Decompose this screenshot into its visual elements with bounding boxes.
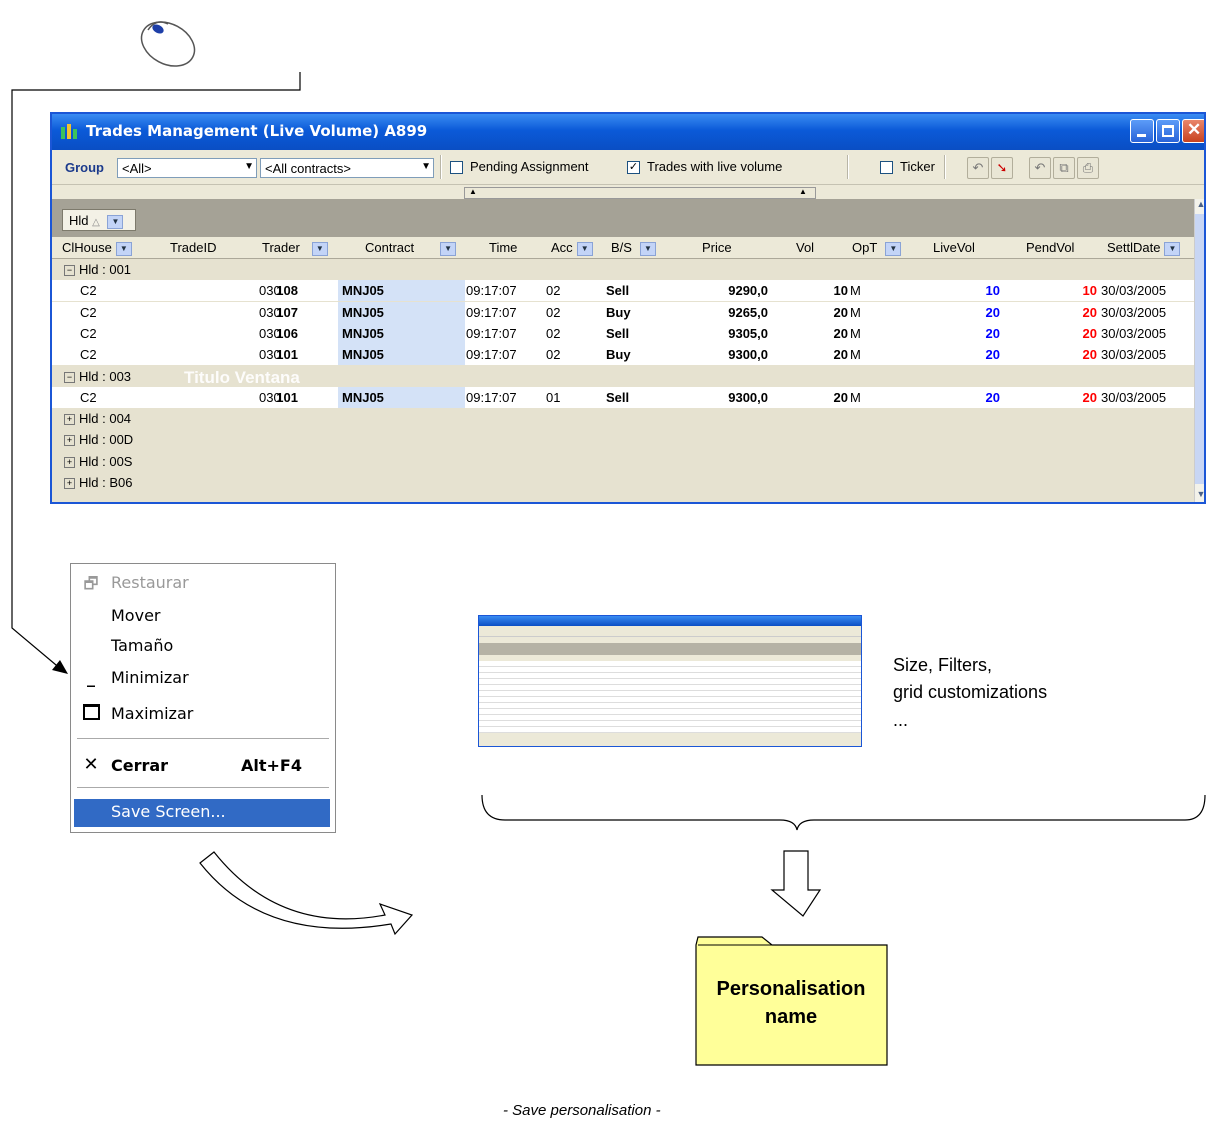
folder-label: Personalisation name — [694, 975, 888, 1031]
diagram-graphics — [199, 794, 1206, 1066]
down-arrow — [770, 850, 822, 917]
figure-caption: - Save personalisation - — [503, 1102, 661, 1119]
folder-label-line: Personalisation — [716, 978, 866, 1000]
folder-label-line: name — [764, 1006, 818, 1028]
curved-arrow — [199, 851, 414, 936]
curly-brace — [481, 794, 1206, 831]
